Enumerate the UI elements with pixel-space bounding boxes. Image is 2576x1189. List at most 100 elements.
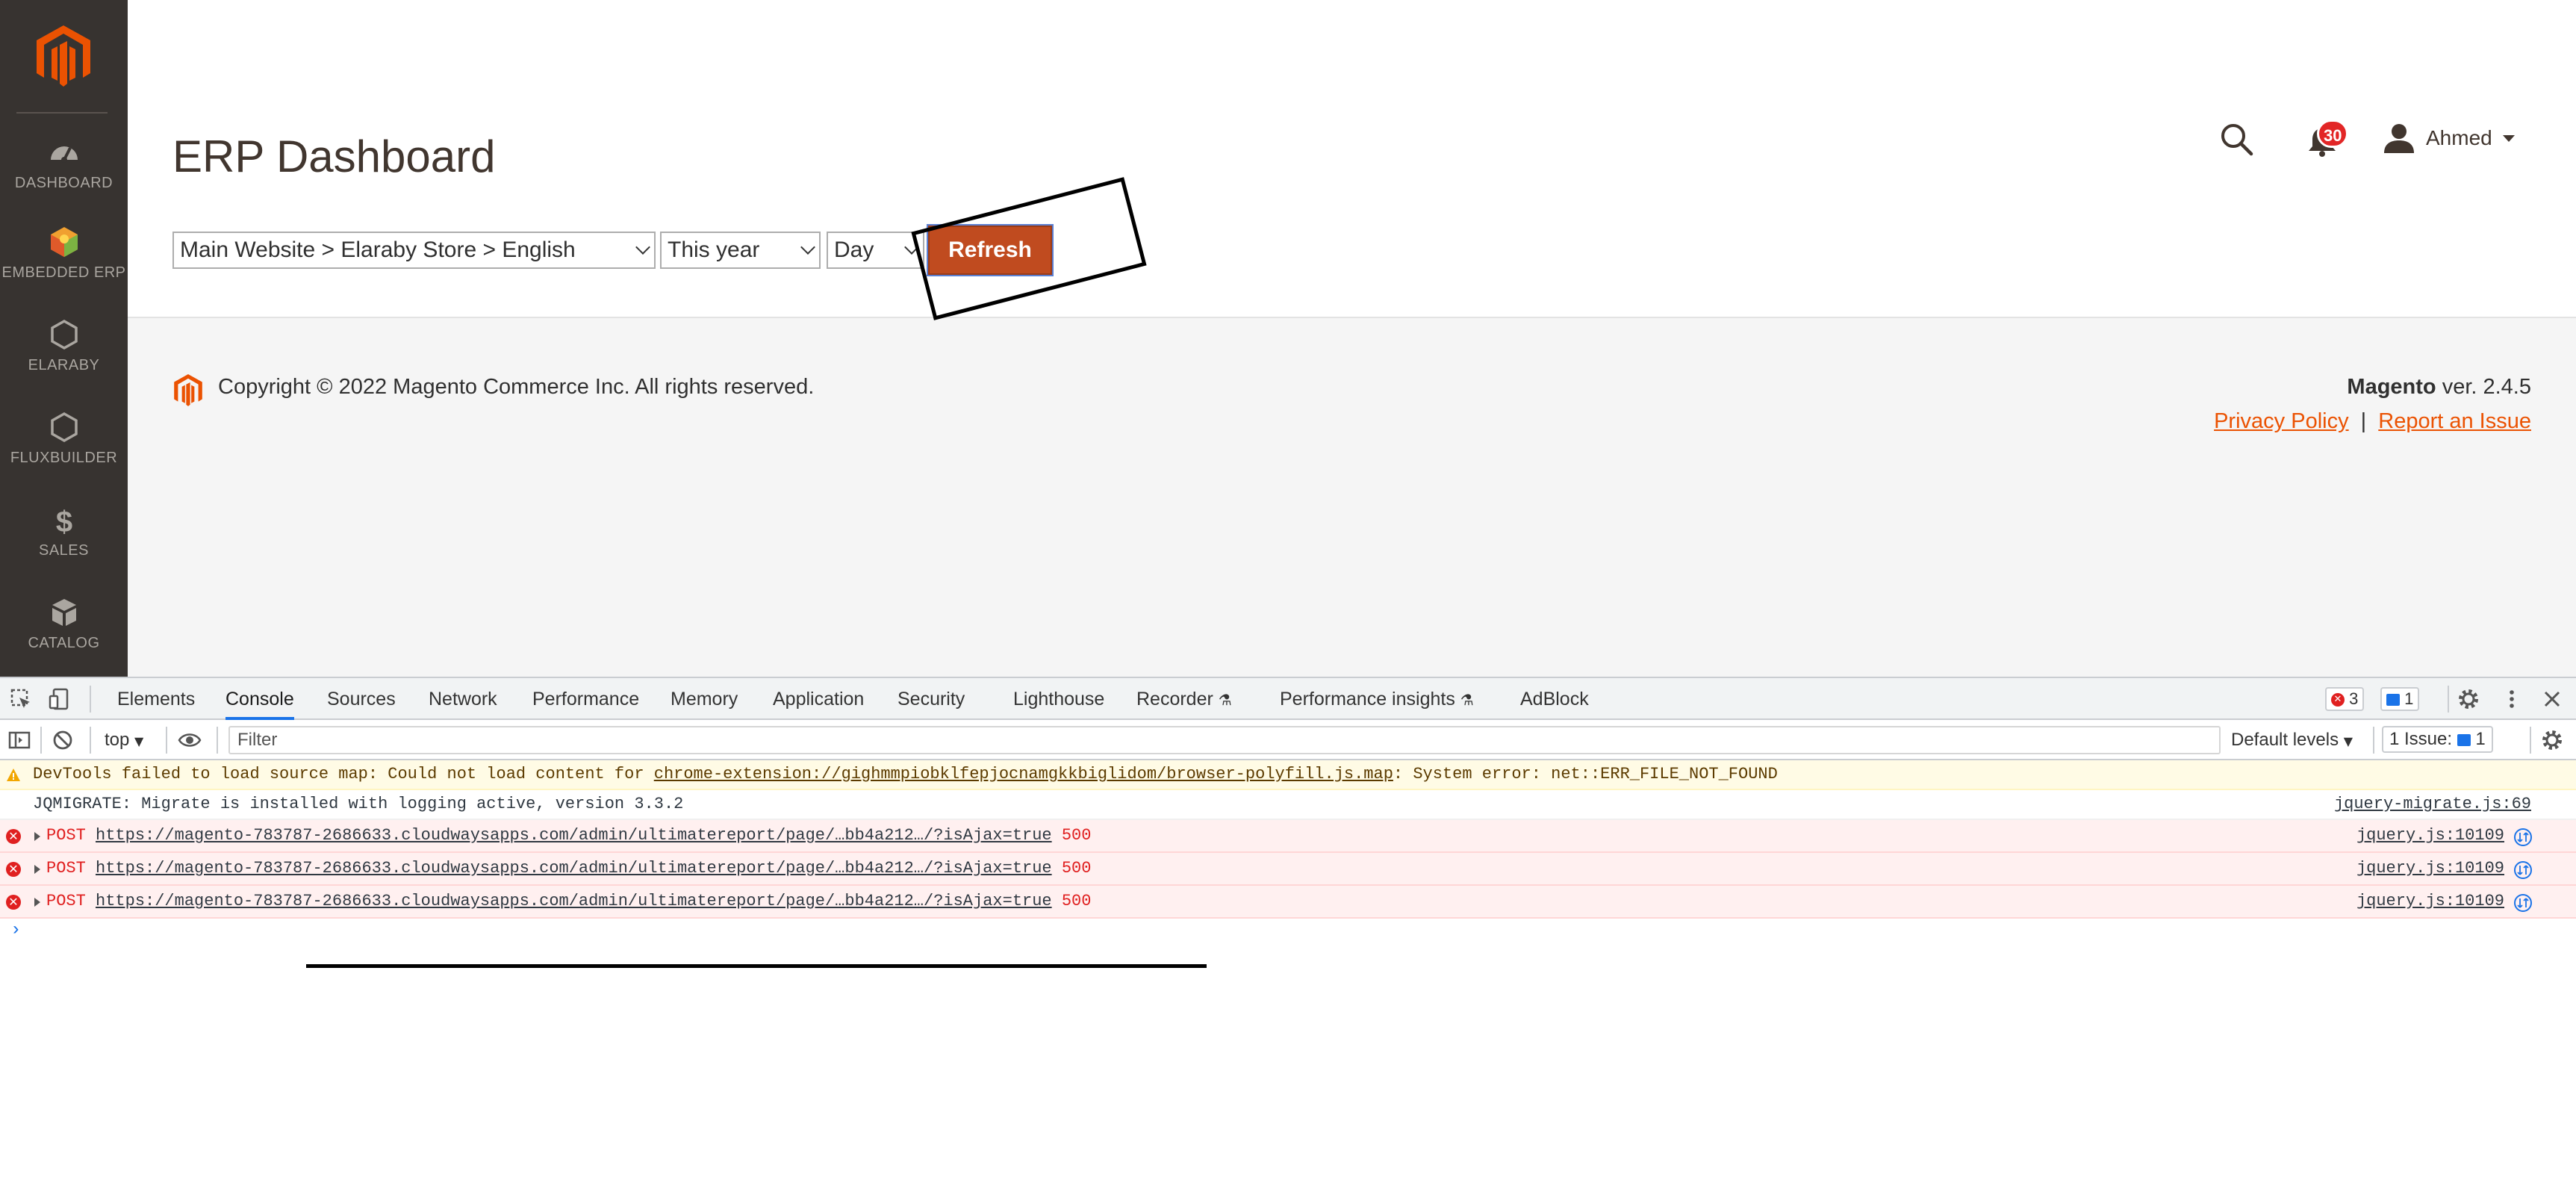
tab-application[interactable]: Application (773, 678, 864, 720)
period-value: This year (668, 238, 760, 262)
log-levels-select[interactable]: Default levels ▼ (2231, 726, 2353, 754)
report-issue-link[interactable]: Report an Issue (2378, 409, 2531, 433)
tab-network[interactable]: Network (429, 678, 497, 720)
sidebar-item-elaraby[interactable]: ELARABY (0, 317, 128, 399)
request-url-link[interactable]: https://magento-783787-2686633.cloudways… (96, 892, 1052, 910)
console-filter-input[interactable]: Filter (228, 726, 2221, 754)
context-select[interactable]: top ▼ (105, 726, 143, 754)
tab-memory[interactable]: Memory (671, 678, 738, 720)
source-link[interactable]: jquery.js:10109 (2356, 886, 2504, 917)
sidebar-item-label: DASHBOARD (14, 175, 113, 191)
inspect-element-icon[interactable] (9, 687, 33, 711)
privacy-policy-link[interactable]: Privacy Policy (2214, 409, 2349, 433)
toolbar-divider (90, 727, 91, 754)
period-select[interactable]: This year (660, 232, 821, 269)
network-request-icon[interactable] (2513, 828, 2533, 847)
granularity-select[interactable]: Day (827, 232, 924, 269)
error-icon: ✕ (2331, 693, 2345, 707)
toolbar-divider (217, 727, 218, 754)
gear-icon[interactable] (2457, 687, 2480, 711)
tab-security[interactable]: Security (897, 678, 965, 720)
console-error-row[interactable]: ✕ POST https://magento-783787-2686633.cl… (0, 853, 2576, 886)
dollar-icon: $ (55, 506, 72, 538)
tab-performance[interactable]: Performance (532, 678, 639, 720)
page-header: ERP Dashboard 30 Ahmed Main Website > El (128, 0, 2576, 320)
error-icon: ✕ (6, 862, 21, 877)
more-options-icon[interactable] (2500, 687, 2524, 711)
sidebar-item-catalog[interactable]: CATALOG (0, 594, 128, 677)
console-prompt-chevron-icon[interactable]: › (10, 920, 21, 940)
sidebar-divider (16, 112, 108, 114)
admin-page: ERP Dashboard 30 Ahmed Main Website > El (128, 0, 2576, 677)
sidebar-item-dashboard[interactable]: DASHBOARD (0, 134, 128, 217)
request-url-link[interactable]: https://magento-783787-2686633.cloudways… (96, 826, 1052, 845)
clear-console-icon[interactable] (51, 728, 75, 752)
source-link[interactable]: jquery.js:10109 (2356, 853, 2504, 884)
flask-icon: ⚗ (1218, 691, 1232, 709)
sidebar-item-label: SALES (39, 542, 89, 559)
expand-triangle-icon[interactable] (34, 898, 40, 907)
user-menu[interactable]: Ahmed (2383, 119, 2515, 157)
request-url-link[interactable]: https://magento-783787-2686633.cloudways… (96, 859, 1052, 878)
network-request-icon[interactable] (2513, 893, 2533, 913)
sidebar-item-fluxbuilder[interactable]: FLUXBUILDER (0, 409, 128, 491)
dashboard-gauge-icon (50, 146, 78, 163)
store-switcher-value: Main Website > Elaraby Store > English (180, 238, 576, 262)
app-root: DASHBOARD EMBEDDED ERP ELARABY FLUXBUILD… (0, 0, 2576, 1189)
tab-performance-insights[interactable]: Performance insights ⚗ (1280, 678, 1474, 720)
annotation-rectangle (911, 177, 1147, 320)
error-count: 3 (2349, 689, 2359, 708)
sidebar-item-sales[interactable]: $ SALES (0, 502, 128, 584)
source-map-link[interactable]: chrome-extension://gighmmpiobklfepjocnam… (654, 765, 1393, 783)
gear-icon[interactable] (2540, 728, 2564, 752)
magento-brand: Magento (2347, 375, 2436, 399)
tab-console[interactable]: Console (225, 678, 294, 720)
console-message: POST https://magento-783787-2686633.clou… (46, 886, 1091, 917)
hexagon-icon (50, 319, 78, 350)
svg-text:$: $ (55, 506, 72, 538)
notifications-count-badge[interactable]: 30 (2317, 119, 2349, 148)
message-icon (2457, 733, 2471, 746)
magento-logo-icon[interactable] (34, 24, 93, 90)
console-error-row[interactable]: ✕ POST https://magento-783787-2686633.cl… (0, 886, 2576, 919)
source-link[interactable]: jquery.js:10109 (2356, 820, 2504, 851)
sidebar-item-embedded-erp[interactable]: EMBEDDED ERP (0, 224, 128, 306)
message-count: 1 (2404, 689, 2414, 708)
sidebar-item-label: ELARABY (28, 357, 100, 373)
console-error-row[interactable]: ✕ POST https://magento-783787-2686633.cl… (0, 820, 2576, 853)
issues-count: 1 (2475, 729, 2486, 749)
tab-recorder-label: Recorder (1136, 689, 1213, 710)
tab-elements[interactable]: Elements (117, 678, 195, 720)
store-switcher-select[interactable]: Main Website > Elaraby Store > English (172, 232, 656, 269)
message-count-badge[interactable]: 1 (2380, 687, 2420, 711)
devtools-tab-bar: Elements Console Sources Network Perform… (0, 678, 2576, 720)
expand-triangle-icon[interactable] (34, 865, 40, 874)
warning-prefix: DevTools failed to load source map: Coul… (33, 765, 654, 783)
erp-cube-icon (50, 227, 78, 257)
tab-recorder[interactable]: Recorder ⚗ (1136, 678, 1232, 720)
footer-link-separator: | (2360, 409, 2367, 433)
context-value: top (105, 730, 130, 750)
http-method: POST (46, 892, 86, 910)
sidebar-item-label: FLUXBUILDER (10, 450, 118, 466)
device-toolbar-icon[interactable] (48, 687, 72, 711)
status-code: 500 (1061, 826, 1092, 845)
tab-sources[interactable]: Sources (327, 678, 396, 720)
console-message: POST https://magento-783787-2686633.clou… (46, 820, 1091, 851)
issues-button[interactable]: 1 Issue: 1 (2382, 726, 2493, 753)
error-icon: ✕ (6, 895, 21, 910)
tab-adblock[interactable]: AdBlock (1520, 678, 1589, 720)
network-request-icon[interactable] (2513, 860, 2533, 880)
close-icon[interactable] (2540, 687, 2564, 711)
warning-icon (7, 769, 20, 781)
expand-triangle-icon[interactable] (34, 832, 40, 841)
page-title: ERP Dashboard (172, 131, 496, 181)
tab-lighthouse[interactable]: Lighthouse (1013, 678, 1104, 720)
console-message: JQMIGRATE: Migrate is installed with log… (33, 795, 684, 813)
error-count-badge[interactable]: ✕ 3 (2325, 687, 2365, 711)
source-link[interactable]: jquery-migrate.js:69 (2334, 790, 2531, 819)
sidebar-toggle-icon[interactable] (7, 728, 31, 752)
caret-down-icon: ▼ (2343, 734, 2353, 748)
eye-icon[interactable] (178, 728, 202, 752)
search-icon[interactable] (2218, 121, 2254, 157)
